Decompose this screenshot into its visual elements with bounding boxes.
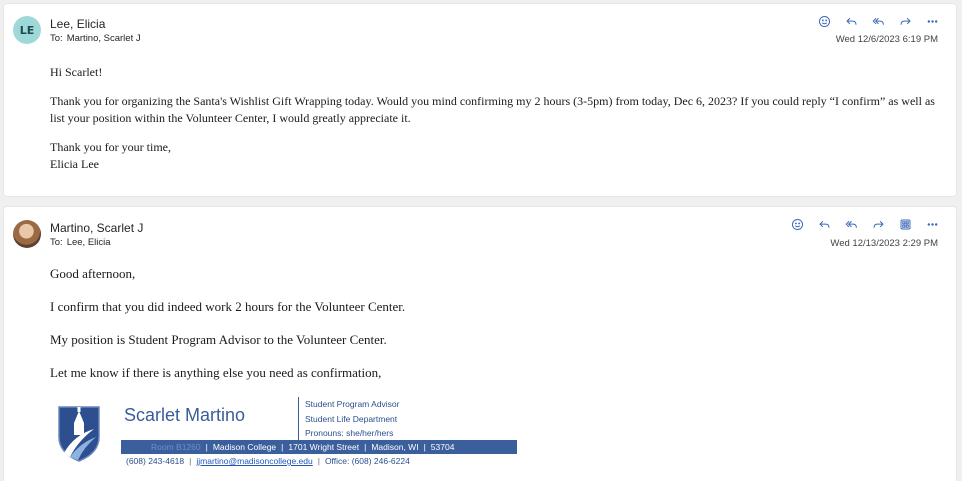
college-logo bbox=[56, 401, 102, 463]
signature-contact: (608) 243-4618 | jjmartino@madisoncollege.… bbox=[126, 456, 410, 466]
recipient-name[interactable]: Lee, Elicia bbox=[67, 237, 111, 248]
body-paragraph: Elicia Lee bbox=[50, 157, 99, 171]
more-icon[interactable] bbox=[919, 215, 946, 233]
body-paragraph: Good afternoon, bbox=[50, 266, 136, 281]
recipient-line: To: Lee, Elicia bbox=[50, 237, 111, 248]
separator: | bbox=[281, 442, 284, 452]
emoji-icon[interactable] bbox=[784, 215, 811, 233]
signature-office-phone: Office: (608) 246-6224 bbox=[324, 456, 410, 466]
sender-name[interactable]: Martino, Scarlet J bbox=[50, 221, 143, 235]
reply-all-icon[interactable] bbox=[838, 215, 865, 233]
forward-icon[interactable] bbox=[892, 12, 919, 30]
body-paragraph: Thank you for organizing the Santa's Wis… bbox=[50, 94, 935, 125]
to-label: To: bbox=[50, 33, 63, 44]
message-card: Martino, Scarlet J To: Lee, Elicia Wed 12… bbox=[3, 206, 957, 481]
signature-zip: 53704 bbox=[430, 442, 455, 452]
message-body: Good afternoon, I confirm that you did i… bbox=[50, 265, 936, 397]
message-body: Hi Scarlet! Thank you for organizing the… bbox=[50, 64, 936, 185]
avatar[interactable] bbox=[13, 220, 41, 248]
message-date: Wed 12/6/2023 6:19 PM bbox=[835, 34, 938, 45]
signature-college: Madison College bbox=[212, 442, 277, 452]
body-paragraph: Let me know if there is anything else yo… bbox=[50, 365, 382, 380]
signature-room: Room B1260 bbox=[151, 442, 201, 452]
signature-phone: (608) 243-4618 bbox=[126, 456, 185, 466]
signature-title: Student Program Advisor bbox=[305, 399, 400, 409]
message-actions bbox=[784, 215, 946, 233]
body-paragraph: I confirm that you did indeed work 2 hou… bbox=[50, 299, 406, 314]
recipient-name[interactable]: Martino, Scarlet J bbox=[67, 33, 141, 44]
signature-department: Student Life Department bbox=[305, 413, 398, 424]
to-label: To: bbox=[50, 237, 63, 248]
recipient-line: To: Martino, Scarlet J bbox=[50, 33, 141, 44]
separator: | bbox=[423, 442, 426, 452]
body-paragraph: My position is Student Program Advisor t… bbox=[50, 332, 387, 347]
body-paragraph: Thank you for your time, bbox=[50, 140, 171, 154]
email-signature: Scarlet Martino Student Program Advisor … bbox=[56, 397, 526, 467]
message-date: Wed 12/13/2023 2:29 PM bbox=[830, 238, 938, 249]
apps-icon[interactable] bbox=[892, 215, 919, 233]
reply-icon[interactable] bbox=[811, 215, 838, 233]
sender-name[interactable]: Lee, Elicia bbox=[50, 17, 105, 31]
signature-pronouns: Pronouns: she/her/hers bbox=[305, 428, 394, 438]
signature-street: 1701 Wright Street bbox=[288, 442, 360, 452]
signature-city: Madison, WI bbox=[371, 442, 419, 452]
message-actions bbox=[811, 12, 946, 30]
signature-divider bbox=[298, 397, 299, 441]
emoji-icon[interactable] bbox=[811, 12, 838, 30]
forward-icon[interactable] bbox=[865, 215, 892, 233]
signature-details: Student Program Advisor Student Life Dep… bbox=[305, 397, 400, 441]
reply-icon[interactable] bbox=[838, 12, 865, 30]
signature-email-link[interactable]: jjmartino@madisoncollege.edu bbox=[196, 456, 312, 466]
more-icon[interactable] bbox=[919, 12, 946, 30]
separator: | bbox=[189, 456, 192, 466]
separator: | bbox=[317, 456, 320, 466]
reply-all-icon[interactable] bbox=[865, 12, 892, 30]
body-paragraph: Hi Scarlet! bbox=[50, 65, 103, 79]
separator: | bbox=[205, 442, 208, 452]
separator: | bbox=[364, 442, 367, 452]
avatar[interactable]: LE bbox=[13, 16, 41, 44]
signature-address-bar: Room B1260 | Madison College | 1701 Wright S… bbox=[121, 440, 517, 454]
signature-name: Scarlet Martino bbox=[124, 405, 246, 425]
message-card: LE Lee, Elicia To: Martino, Scarlet J Wed… bbox=[3, 3, 957, 197]
